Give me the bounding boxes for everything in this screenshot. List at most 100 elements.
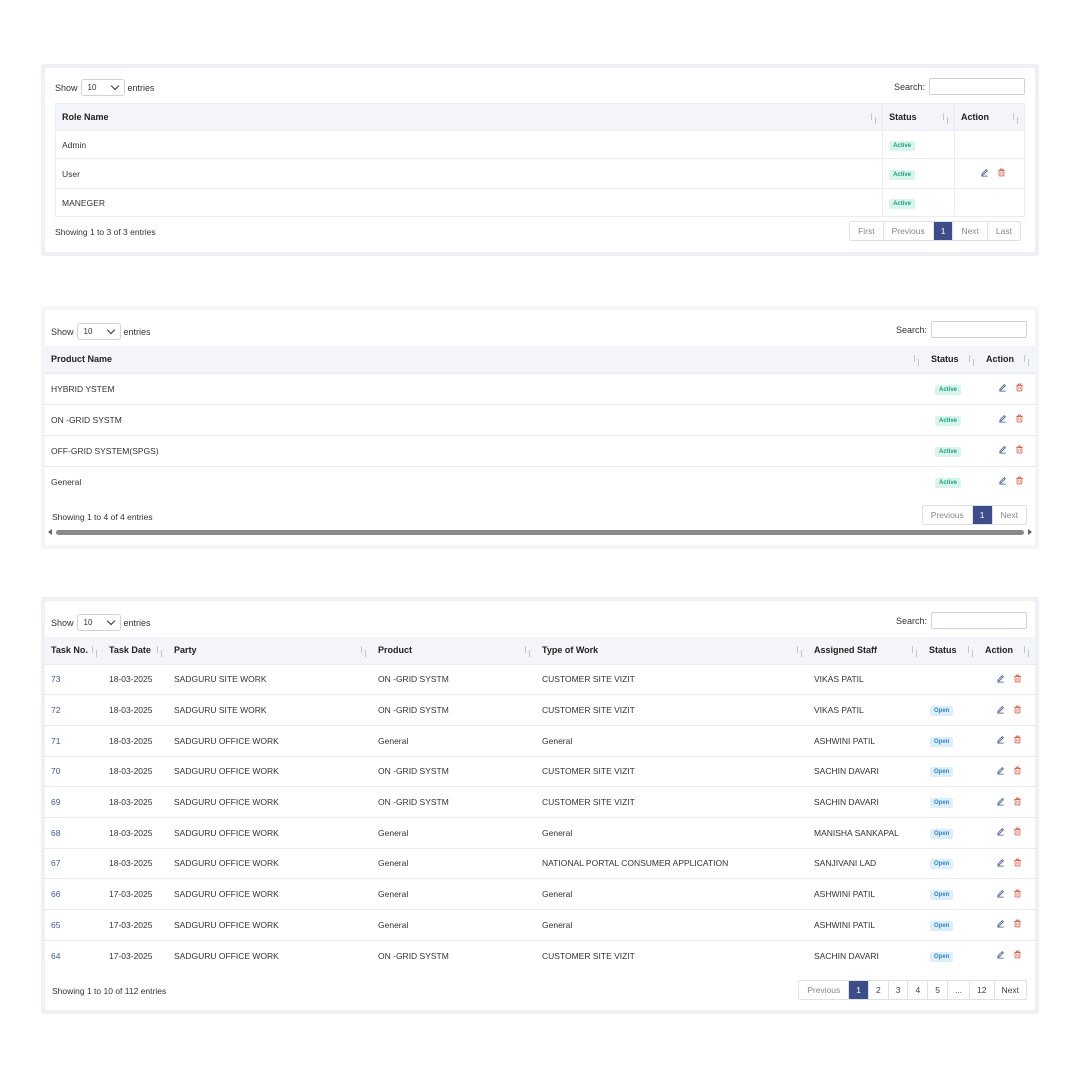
delete-icon[interactable] — [1013, 858, 1022, 867]
edit-icon[interactable] — [996, 827, 1005, 836]
page-1-button[interactable]: 1 — [933, 222, 954, 240]
col-status[interactable]: Status — [882, 103, 956, 131]
delete-icon[interactable] — [997, 168, 1006, 177]
search-label: Search: — [895, 324, 927, 335]
page-button[interactable]: 3 — [889, 981, 909, 999]
page-button[interactable]: 1 — [849, 981, 870, 999]
table-row: 66 17-03-2025 SADGURU OFFICE WORK General Ge… — [45, 878, 1035, 910]
task-date-cell: 18-03-2025 — [103, 847, 168, 879]
party-cell: SADGURU OFFICE WORK — [168, 878, 372, 910]
delete-icon[interactable] — [1015, 383, 1024, 392]
next-button[interactable]: Next — [953, 222, 988, 240]
edit-icon[interactable] — [998, 414, 1007, 423]
next-button[interactable]: Next — [995, 981, 1026, 999]
entries-label: entries — [123, 326, 151, 337]
col-party[interactable]: Party — [168, 637, 372, 664]
edit-icon[interactable] — [996, 735, 1005, 744]
product-cell: General — [372, 816, 536, 849]
edit-icon[interactable] — [996, 797, 1005, 806]
page-button[interactable]: 12 — [970, 981, 995, 999]
edit-icon[interactable] — [998, 383, 1007, 392]
previous-button[interactable]: Previous — [884, 222, 934, 240]
task-date-cell: 18-03-2025 — [103, 663, 168, 695]
table-row: HYBRID YSTEM Active — [45, 372, 1035, 404]
delete-icon[interactable] — [1013, 674, 1022, 683]
delete-icon[interactable] — [1015, 445, 1024, 454]
previous-button[interactable]: Previous — [799, 981, 850, 999]
delete-icon[interactable] — [1013, 889, 1022, 898]
edit-icon[interactable] — [996, 766, 1005, 775]
edit-icon[interactable] — [996, 858, 1005, 867]
page-button[interactable]: ... — [948, 981, 971, 999]
assigned-staff-cell: VIKAS PATIL — [808, 694, 923, 726]
edit-icon[interactable] — [980, 168, 989, 177]
task-no-cell[interactable]: 66 — [45, 878, 103, 910]
edit-icon[interactable] — [996, 950, 1005, 959]
task-no-cell[interactable]: 72 — [45, 694, 103, 726]
col-product[interactable]: Product — [372, 637, 536, 664]
edit-icon[interactable] — [998, 476, 1007, 485]
next-button[interactable]: Next — [993, 506, 1026, 524]
task-date-cell: 18-03-2025 — [103, 786, 168, 818]
products-search-input[interactable] — [931, 321, 1027, 338]
delete-icon[interactable] — [1015, 476, 1024, 485]
col-product-name[interactable]: Product Name — [45, 346, 925, 373]
last-button[interactable]: Last — [988, 222, 1020, 240]
delete-icon[interactable] — [1015, 414, 1024, 423]
col-assigned-staff[interactable]: Assigned Staff — [808, 637, 923, 664]
col-task-date[interactable]: Task Date — [103, 637, 168, 664]
horizontal-scrollbar[interactable] — [48, 528, 1032, 536]
products-info: Showing 1 to 4 of 4 entries — [52, 512, 153, 522]
edit-icon[interactable] — [996, 705, 1005, 714]
delete-icon[interactable] — [1013, 827, 1022, 836]
col-action[interactable]: Action — [979, 637, 1035, 664]
delete-icon[interactable] — [1013, 919, 1022, 928]
page-button[interactable]: 4 — [908, 981, 929, 999]
roles-page-size-select[interactable]: 10 — [80, 79, 125, 96]
page-button[interactable]: 2 — [869, 981, 889, 999]
products-page-size-select[interactable]: 10 — [76, 323, 121, 340]
page-1-button[interactable]: 1 — [972, 506, 993, 524]
entries-label: entries — [123, 617, 151, 628]
delete-icon[interactable] — [1013, 766, 1022, 775]
first-button[interactable]: First — [850, 222, 884, 240]
edit-icon[interactable] — [998, 445, 1007, 454]
col-status[interactable]: Status — [925, 346, 980, 373]
edit-icon[interactable] — [996, 674, 1005, 683]
delete-icon[interactable] — [1013, 735, 1022, 744]
task-no-cell[interactable]: 64 — [45, 939, 103, 971]
scrollbar-thumb[interactable] — [56, 530, 1024, 535]
task-no-cell[interactable]: 67 — [45, 847, 103, 879]
sort-icon — [795, 646, 804, 658]
task-no-cell[interactable]: 69 — [45, 786, 103, 818]
edit-icon[interactable] — [996, 919, 1005, 928]
product-cell: ON -GRID SYSTM — [372, 663, 536, 695]
col-task-no[interactable]: Task No. — [45, 637, 103, 664]
col-action[interactable]: Action — [954, 103, 1025, 131]
col-status[interactable]: Status — [923, 637, 979, 664]
sort-icon — [1022, 355, 1031, 367]
task-no-cell[interactable]: 71 — [45, 724, 103, 757]
status-cell: Open — [923, 909, 979, 941]
page-button[interactable]: 5 — [928, 981, 948, 999]
previous-button[interactable]: Previous — [923, 506, 973, 524]
scroll-right-arrow-icon[interactable] — [1028, 529, 1032, 535]
delete-icon[interactable] — [1013, 797, 1022, 806]
tasks-search-input[interactable] — [931, 612, 1027, 629]
task-no-cell[interactable]: 68 — [45, 816, 103, 849]
products-card: Show 10 entries Search: Product Name Sta… — [45, 310, 1035, 545]
status-cell: Open — [923, 724, 979, 757]
edit-icon[interactable] — [996, 889, 1005, 898]
col-type-of-work[interactable]: Type of Work — [536, 637, 808, 664]
task-no-cell[interactable]: 73 — [45, 663, 103, 695]
delete-icon[interactable] — [1013, 705, 1022, 714]
table-row: 69 18-03-2025 SADGURU OFFICE WORK ON -GRID … — [45, 786, 1035, 818]
col-role-name[interactable]: Role Name — [55, 103, 884, 131]
col-action[interactable]: Action — [980, 346, 1035, 373]
roles-search-input[interactable] — [929, 78, 1025, 95]
scroll-left-arrow-icon[interactable] — [48, 529, 52, 535]
task-no-cell[interactable]: 65 — [45, 909, 103, 941]
task-no-cell[interactable]: 70 — [45, 755, 103, 787]
tasks-page-size-select[interactable]: 10 — [76, 614, 121, 631]
delete-icon[interactable] — [1013, 950, 1022, 959]
